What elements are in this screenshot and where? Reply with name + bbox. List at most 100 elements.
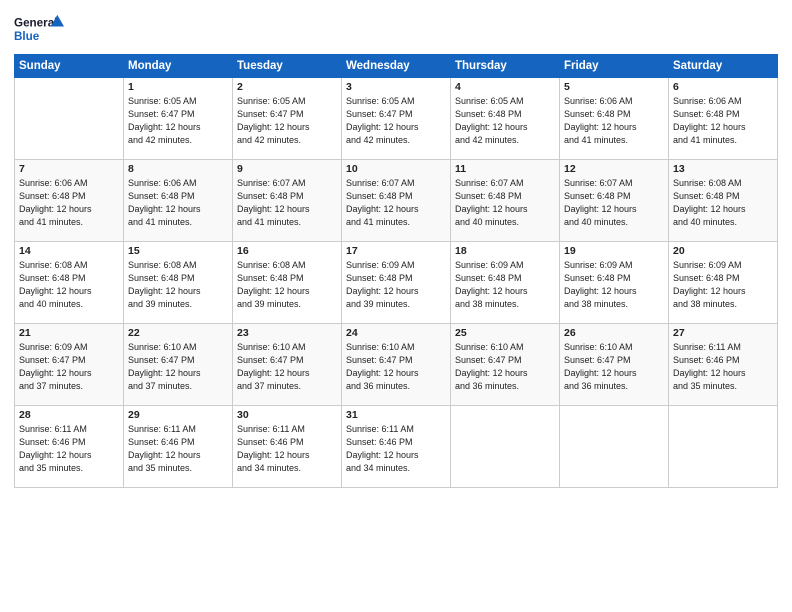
- day-info: Sunrise: 6:11 AMSunset: 6:46 PMDaylight:…: [673, 341, 773, 393]
- day-header-wednesday: Wednesday: [342, 55, 451, 78]
- day-number: 4: [455, 81, 555, 93]
- day-cell: 18 Sunrise: 6:09 AMSunset: 6:48 PMDaylig…: [451, 242, 560, 324]
- day-info: Sunrise: 6:09 AMSunset: 6:48 PMDaylight:…: [455, 259, 555, 311]
- day-number: 26: [564, 327, 664, 339]
- day-cell: 15 Sunrise: 6:08 AMSunset: 6:48 PMDaylig…: [124, 242, 233, 324]
- day-number: 22: [128, 327, 228, 339]
- day-header-tuesday: Tuesday: [233, 55, 342, 78]
- day-info: Sunrise: 6:06 AMSunset: 6:48 PMDaylight:…: [673, 95, 773, 147]
- day-cell: 16 Sunrise: 6:08 AMSunset: 6:48 PMDaylig…: [233, 242, 342, 324]
- day-number: 9: [237, 163, 337, 175]
- header: General Blue: [14, 10, 778, 48]
- day-cell: 17 Sunrise: 6:09 AMSunset: 6:48 PMDaylig…: [342, 242, 451, 324]
- day-cell: 30 Sunrise: 6:11 AMSunset: 6:46 PMDaylig…: [233, 406, 342, 488]
- day-header-monday: Monday: [124, 55, 233, 78]
- day-header-saturday: Saturday: [669, 55, 778, 78]
- day-info: Sunrise: 6:07 AMSunset: 6:48 PMDaylight:…: [237, 177, 337, 229]
- day-cell: [560, 406, 669, 488]
- week-row-2: 7 Sunrise: 6:06 AMSunset: 6:48 PMDayligh…: [15, 160, 778, 242]
- day-info: Sunrise: 6:10 AMSunset: 6:47 PMDaylight:…: [237, 341, 337, 393]
- day-info: Sunrise: 6:09 AMSunset: 6:48 PMDaylight:…: [346, 259, 446, 311]
- day-info: Sunrise: 6:10 AMSunset: 6:47 PMDaylight:…: [564, 341, 664, 393]
- day-number: 5: [564, 81, 664, 93]
- day-info: Sunrise: 6:05 AMSunset: 6:48 PMDaylight:…: [455, 95, 555, 147]
- day-number: 19: [564, 245, 664, 257]
- day-number: 20: [673, 245, 773, 257]
- calendar-table: SundayMondayTuesdayWednesdayThursdayFrid…: [14, 54, 778, 488]
- day-info: Sunrise: 6:08 AMSunset: 6:48 PMDaylight:…: [673, 177, 773, 229]
- week-row-3: 14 Sunrise: 6:08 AMSunset: 6:48 PMDaylig…: [15, 242, 778, 324]
- day-info: Sunrise: 6:09 AMSunset: 6:48 PMDaylight:…: [673, 259, 773, 311]
- day-cell: 11 Sunrise: 6:07 AMSunset: 6:48 PMDaylig…: [451, 160, 560, 242]
- day-number: 2: [237, 81, 337, 93]
- day-header-sunday: Sunday: [15, 55, 124, 78]
- day-number: 17: [346, 245, 446, 257]
- day-cell: 9 Sunrise: 6:07 AMSunset: 6:48 PMDayligh…: [233, 160, 342, 242]
- day-number: 21: [19, 327, 119, 339]
- day-number: 8: [128, 163, 228, 175]
- day-cell: 5 Sunrise: 6:06 AMSunset: 6:48 PMDayligh…: [560, 78, 669, 160]
- logo: General Blue: [14, 10, 64, 48]
- day-cell: [451, 406, 560, 488]
- day-cell: 29 Sunrise: 6:11 AMSunset: 6:46 PMDaylig…: [124, 406, 233, 488]
- day-cell: 20 Sunrise: 6:09 AMSunset: 6:48 PMDaylig…: [669, 242, 778, 324]
- svg-text:Blue: Blue: [14, 30, 40, 43]
- day-number: 16: [237, 245, 337, 257]
- day-number: 31: [346, 409, 446, 421]
- day-number: 3: [346, 81, 446, 93]
- day-info: Sunrise: 6:07 AMSunset: 6:48 PMDaylight:…: [564, 177, 664, 229]
- day-info: Sunrise: 6:10 AMSunset: 6:47 PMDaylight:…: [128, 341, 228, 393]
- day-number: 7: [19, 163, 119, 175]
- logo-svg: General Blue: [14, 10, 64, 48]
- day-info: Sunrise: 6:10 AMSunset: 6:47 PMDaylight:…: [346, 341, 446, 393]
- day-info: Sunrise: 6:09 AMSunset: 6:47 PMDaylight:…: [19, 341, 119, 393]
- day-cell: 10 Sunrise: 6:07 AMSunset: 6:48 PMDaylig…: [342, 160, 451, 242]
- week-row-5: 28 Sunrise: 6:11 AMSunset: 6:46 PMDaylig…: [15, 406, 778, 488]
- day-info: Sunrise: 6:05 AMSunset: 6:47 PMDaylight:…: [346, 95, 446, 147]
- day-number: 30: [237, 409, 337, 421]
- day-cell: 25 Sunrise: 6:10 AMSunset: 6:47 PMDaylig…: [451, 324, 560, 406]
- day-cell: 27 Sunrise: 6:11 AMSunset: 6:46 PMDaylig…: [669, 324, 778, 406]
- day-cell: 22 Sunrise: 6:10 AMSunset: 6:47 PMDaylig…: [124, 324, 233, 406]
- day-number: 11: [455, 163, 555, 175]
- day-cell: 3 Sunrise: 6:05 AMSunset: 6:47 PMDayligh…: [342, 78, 451, 160]
- day-info: Sunrise: 6:06 AMSunset: 6:48 PMDaylight:…: [564, 95, 664, 147]
- header-row: SundayMondayTuesdayWednesdayThursdayFrid…: [15, 55, 778, 78]
- day-info: Sunrise: 6:06 AMSunset: 6:48 PMDaylight:…: [19, 177, 119, 229]
- day-number: 12: [564, 163, 664, 175]
- day-number: 23: [237, 327, 337, 339]
- day-number: 18: [455, 245, 555, 257]
- day-cell: [15, 78, 124, 160]
- day-info: Sunrise: 6:05 AMSunset: 6:47 PMDaylight:…: [128, 95, 228, 147]
- day-info: Sunrise: 6:10 AMSunset: 6:47 PMDaylight:…: [455, 341, 555, 393]
- day-cell: 31 Sunrise: 6:11 AMSunset: 6:46 PMDaylig…: [342, 406, 451, 488]
- day-cell: 14 Sunrise: 6:08 AMSunset: 6:48 PMDaylig…: [15, 242, 124, 324]
- day-cell: 24 Sunrise: 6:10 AMSunset: 6:47 PMDaylig…: [342, 324, 451, 406]
- day-info: Sunrise: 6:11 AMSunset: 6:46 PMDaylight:…: [346, 423, 446, 475]
- day-cell: 23 Sunrise: 6:10 AMSunset: 6:47 PMDaylig…: [233, 324, 342, 406]
- day-cell: 6 Sunrise: 6:06 AMSunset: 6:48 PMDayligh…: [669, 78, 778, 160]
- svg-text:General: General: [14, 17, 57, 30]
- day-number: 28: [19, 409, 119, 421]
- day-info: Sunrise: 6:11 AMSunset: 6:46 PMDaylight:…: [128, 423, 228, 475]
- day-cell: 8 Sunrise: 6:06 AMSunset: 6:48 PMDayligh…: [124, 160, 233, 242]
- day-cell: 13 Sunrise: 6:08 AMSunset: 6:48 PMDaylig…: [669, 160, 778, 242]
- day-cell: 19 Sunrise: 6:09 AMSunset: 6:48 PMDaylig…: [560, 242, 669, 324]
- day-cell: 2 Sunrise: 6:05 AMSunset: 6:47 PMDayligh…: [233, 78, 342, 160]
- day-cell: 1 Sunrise: 6:05 AMSunset: 6:47 PMDayligh…: [124, 78, 233, 160]
- day-cell: [669, 406, 778, 488]
- day-info: Sunrise: 6:08 AMSunset: 6:48 PMDaylight:…: [19, 259, 119, 311]
- day-number: 15: [128, 245, 228, 257]
- day-info: Sunrise: 6:08 AMSunset: 6:48 PMDaylight:…: [128, 259, 228, 311]
- day-number: 27: [673, 327, 773, 339]
- day-number: 1: [128, 81, 228, 93]
- day-header-thursday: Thursday: [451, 55, 560, 78]
- day-number: 6: [673, 81, 773, 93]
- day-cell: 21 Sunrise: 6:09 AMSunset: 6:47 PMDaylig…: [15, 324, 124, 406]
- day-number: 10: [346, 163, 446, 175]
- day-number: 24: [346, 327, 446, 339]
- day-info: Sunrise: 6:07 AMSunset: 6:48 PMDaylight:…: [346, 177, 446, 229]
- day-number: 13: [673, 163, 773, 175]
- day-header-friday: Friday: [560, 55, 669, 78]
- day-info: Sunrise: 6:07 AMSunset: 6:48 PMDaylight:…: [455, 177, 555, 229]
